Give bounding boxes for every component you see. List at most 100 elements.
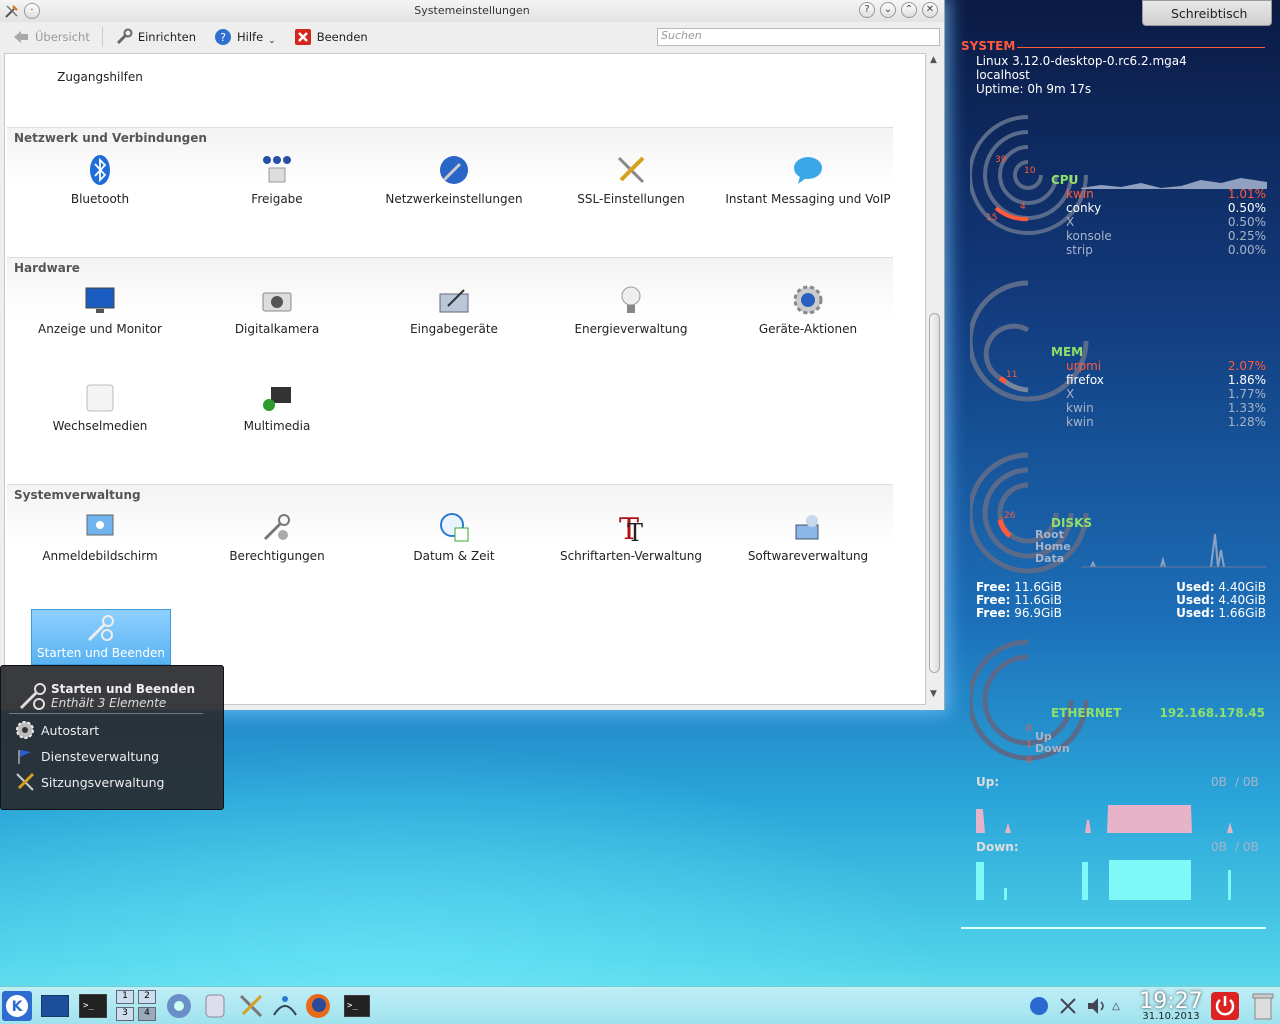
popup-item-label: Diensteverwaltung [41,748,160,764]
item-multimedia[interactable]: Multimedia [188,381,366,433]
volume-icon [1088,998,1104,1014]
popup-subtitle: Enthält 3 Elemente [51,696,167,710]
item-geraete-aktionen[interactable]: Geräte-Aktionen [719,284,897,336]
file-manager-launcher[interactable] [200,991,230,1021]
close-button[interactable]: ✕ [922,2,938,18]
overview-label: Übersicht [35,30,90,44]
down-value: 0B [1211,840,1227,854]
item-label: Starten und Beenden [37,646,165,660]
pager-desktop[interactable]: 4 [138,1007,156,1021]
item-label: Schriftarten-Verwaltung [559,549,703,563]
item-starten-beenden[interactable]: Starten und Beenden [31,609,171,665]
chevron-up-icon: △ [1112,1000,1120,1012]
item-label: Anzeige und Monitor [38,322,162,336]
tools-icon [617,156,645,184]
item-ssl-einstellungen[interactable]: SSL-Einstellungen [542,154,720,206]
popup-divider [9,713,203,714]
item-energieverwaltung[interactable]: Energieverwaltung [542,284,720,336]
up-total: / 0B [1235,775,1259,789]
klipper-tray-button[interactable] [1053,991,1083,1021]
ip-address: 192.168.178.45 [1159,706,1265,720]
pager-desktop[interactable]: 2 [138,990,156,1004]
pager-desktop[interactable]: 1 [116,990,134,1004]
popup-item-autostart[interactable]: Autostart [15,720,99,740]
search-input[interactable]: Suchen [657,28,940,46]
trash-button[interactable] [1248,991,1278,1021]
cpu-ring-label: 4 [1020,202,1026,212]
up-value: 0B [1211,775,1227,789]
item-anmeldebildschirm[interactable]: Anmeldebildschirm [11,511,189,563]
network-tray-button[interactable] [1024,991,1054,1021]
popup-item-sitzungsverwaltung[interactable]: Sitzungsverwaltung [15,772,164,792]
help-window-button[interactable]: ? [859,2,875,18]
popup-item-diensteverwaltung[interactable]: Diensteverwaltung [15,746,159,766]
popup-item-label: Sitzungsverwaltung [41,774,165,790]
mem-proc-row: kwin 1.33% [1066,401,1266,415]
chromium-launcher[interactable] [164,991,194,1021]
konsole-task[interactable]: >_ [342,991,372,1021]
title-bar[interactable]: · Systemeinstellungen ? ⌄ ⌃ ✕ [0,0,944,22]
camera-icon [262,292,292,312]
svg-text:>_: >_ [347,1001,358,1011]
disk-row: Free: 11.6GiB Used: 4.40GiB [976,580,1266,594]
cpu-proc-row: X 0.50% [1066,215,1266,229]
item-eingabegeraete[interactable]: Eingabegeräte [365,284,543,336]
maximize-button[interactable]: ⌃ [901,2,917,18]
item-bluetooth[interactable]: Bluetooth [11,154,189,206]
system-label: SYSTEM [961,39,1016,53]
terminal-launcher[interactable]: >_ [78,991,108,1021]
item-freigabe[interactable]: Freigabe [188,154,366,206]
item-netzwerkeinstellungen[interactable]: Netzwerkeinstellungen [365,154,543,206]
desktop-toolbox-button[interactable]: Schreibtisch [1142,0,1272,26]
leave-button[interactable] [1210,991,1240,1021]
item-label: Softwareverwaltung [747,549,869,563]
item-digitalkamera[interactable]: Digitalkamera [188,284,366,336]
help-icon: ? [215,29,231,45]
font-icon: TT [619,512,643,543]
desktop-icon [41,995,69,1017]
system-settings-task[interactable] [236,991,266,1021]
eth-ring-label: 0 [1026,724,1032,734]
firefox-launcher[interactable] [303,991,333,1021]
quit-button[interactable]: Beenden [288,26,374,48]
scrollbar-thumb[interactable] [929,313,940,673]
scrollbar[interactable]: ▲ ▼ [927,53,942,705]
clock-date: 31.10.2013 [1142,1011,1200,1022]
digital-clock[interactable]: 19:27 31.10.2013 [1136,989,1206,1022]
conky-divider [961,927,1266,929]
eth-ring-label: 1 [1026,740,1032,750]
scroll-up-icon[interactable]: ▲ [930,55,937,65]
cpu-label: CPU [1051,173,1079,187]
minimize-button[interactable]: ⌄ [880,2,896,18]
help-menu-button[interactable]: ? Hilfe ⌄ [208,26,282,48]
show-desktop-button[interactable] [40,991,70,1021]
mem-proc-row: kwin 1.28% [1066,415,1266,429]
terminal-icon: >_ [344,995,370,1017]
power-icon [1211,992,1239,1020]
item-schriftarten[interactable]: TT Schriftarten-Verwaltung [542,511,720,563]
overview-button[interactable]: Übersicht [6,27,96,47]
item-anzeige[interactable]: Anzeige und Monitor [11,284,189,336]
section-title: Netzwerk und Verbindungen [14,131,207,145]
pager-desktop[interactable]: 3 [116,1007,134,1021]
item-softwareverwaltung[interactable]: Softwareverwaltung [719,511,897,563]
tools-icon [16,772,35,791]
monitor-icon [85,287,115,313]
tray-expand-button[interactable]: △ [1106,991,1126,1021]
kde-menu-button[interactable]: K [2,991,32,1021]
kernel-text: Linux 3.12.0-desktop-0.rc6.2.mga4 [976,54,1187,68]
sharing-icon [263,156,291,183]
lightbulb-icon [621,286,641,313]
item-berechtigungen[interactable]: Berechtigungen [188,511,366,563]
virtual-desktop-pager[interactable]: 1 2 3 4 [116,990,158,1022]
configure-button[interactable]: Einrichten [109,26,202,48]
item-label: Bluetooth [70,192,130,206]
item-wechselmedien[interactable]: Wechselmedien [11,381,189,433]
drakconf-launcher[interactable] [270,991,300,1021]
item-instant-messaging[interactable]: Instant Messaging und VoIP [719,154,897,206]
item-zugangshilfen[interactable]: Zugangshilfen [11,53,189,84]
item-datum-zeit[interactable]: Datum & Zeit [365,511,543,563]
accessibility-icon [88,53,112,64]
scroll-down-icon[interactable]: ▼ [930,689,937,699]
item-label: Zugangshilfen [57,70,143,84]
